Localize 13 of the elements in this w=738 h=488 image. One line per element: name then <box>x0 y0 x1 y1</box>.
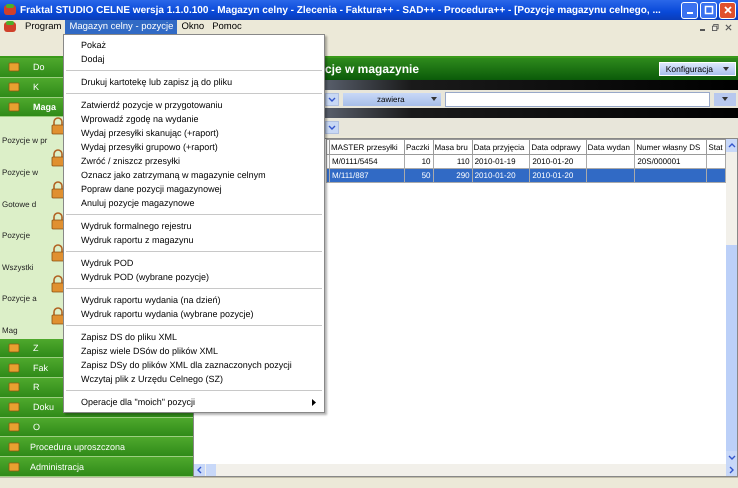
table-cell: 2010-01-20 <box>532 157 574 166</box>
table-cell: 2010-01-19 <box>474 157 516 166</box>
panel-title: cje w magazynie <box>325 62 420 76</box>
table-cell: 20S/000001 <box>637 157 680 166</box>
table-cell: 110 <box>456 157 470 166</box>
table-cell: 2010-01-20 <box>532 171 574 180</box>
table-cell: M/111/887 <box>332 171 369 180</box>
table-cell: 290 <box>456 171 470 180</box>
table-cell: 10 <box>422 157 431 166</box>
table-cell: 2010-01-20 <box>474 171 516 180</box>
table-cell: M/0111/5454 <box>332 157 378 166</box>
table-cell: 50 <box>422 171 431 180</box>
window-title: Fraktal STUDIO CELNE wersja 1.1.0.100 - Magazyn celny - Zlecenia - Faktura++ - SAD++ - Procedura++ - [Pozycje magazynu celnego, ... <box>20 4 662 16</box>
